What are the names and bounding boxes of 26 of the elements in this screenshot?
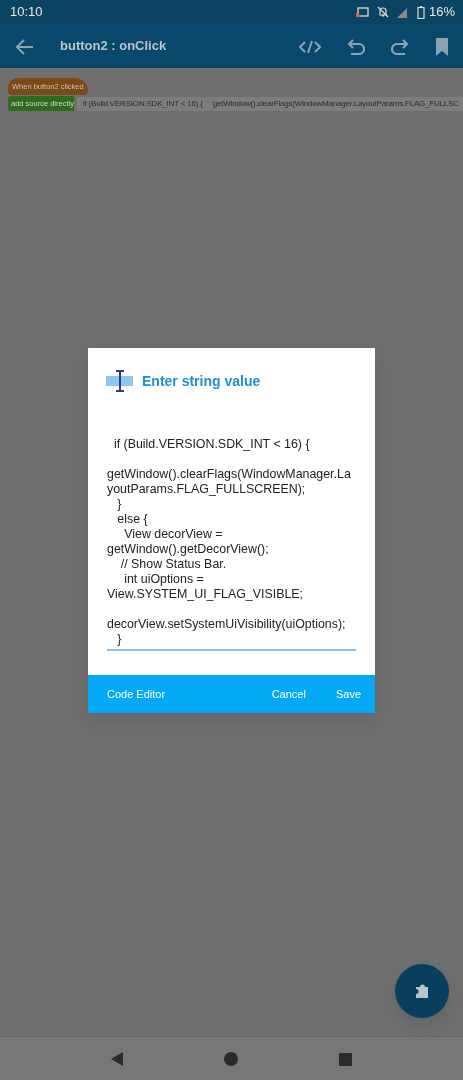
puzzle-piece-icon bbox=[413, 982, 431, 1000]
clock: 10:10 bbox=[10, 3, 43, 22]
redo-icon bbox=[391, 38, 409, 55]
blocks-button[interactable] bbox=[395, 964, 449, 1018]
home-circle-icon bbox=[224, 1052, 238, 1067]
screen-title: button2 : onClick bbox=[60, 37, 167, 56]
back-triangle-icon bbox=[110, 1052, 123, 1067]
code-text: if (Build.VERSION.SDK_INT < 16) { bbox=[82, 97, 203, 110]
dialog-button[interactable]: Cancel bbox=[271, 681, 306, 707]
battery-icon bbox=[416, 5, 425, 19]
text-cursor-icon bbox=[106, 370, 133, 392]
code-editor-button[interactable]: Code Editor bbox=[107, 681, 166, 707]
bookmark-icon bbox=[435, 37, 449, 56]
block-text-field[interactable]: if (Build.VERSION.SDK_INT < 16) { getWindow().clearFlags(WindowManager.LayoutParams.FLAG_FULLSC bbox=[76, 96, 463, 111]
text-field[interactable]: if (Build.VERSION.SDK_INT < 16) { getWindow().clearFlags(WindowManager.LayoutParams.FLAG_FULLSCREEN); } else { View decorView = getWindow().getDecorView(); // Show Status Bar. int uiOptions = View.SYSTEM_UI_FLAG_VISIBLE; decorView.setSystemUiVisibility(uiOptions); } bbox=[107, 422, 356, 651]
code-icon bbox=[299, 39, 321, 54]
signal-icon bbox=[396, 6, 409, 18]
muted-bell-icon bbox=[376, 6, 389, 18]
cast-icon bbox=[355, 6, 369, 18]
recents-square-icon bbox=[339, 1052, 353, 1066]
battery-percentage: 16% bbox=[428, 3, 455, 22]
back-arrow-icon bbox=[16, 38, 34, 55]
dialog-button[interactable]: Save bbox=[335, 681, 361, 707]
dialog-title: Enter string value bbox=[142, 371, 261, 391]
undo-icon bbox=[347, 38, 365, 55]
code-text: getWindow().clearFlags(WindowManager.LayoutParams.FLAG_FULLSC bbox=[212, 97, 459, 110]
